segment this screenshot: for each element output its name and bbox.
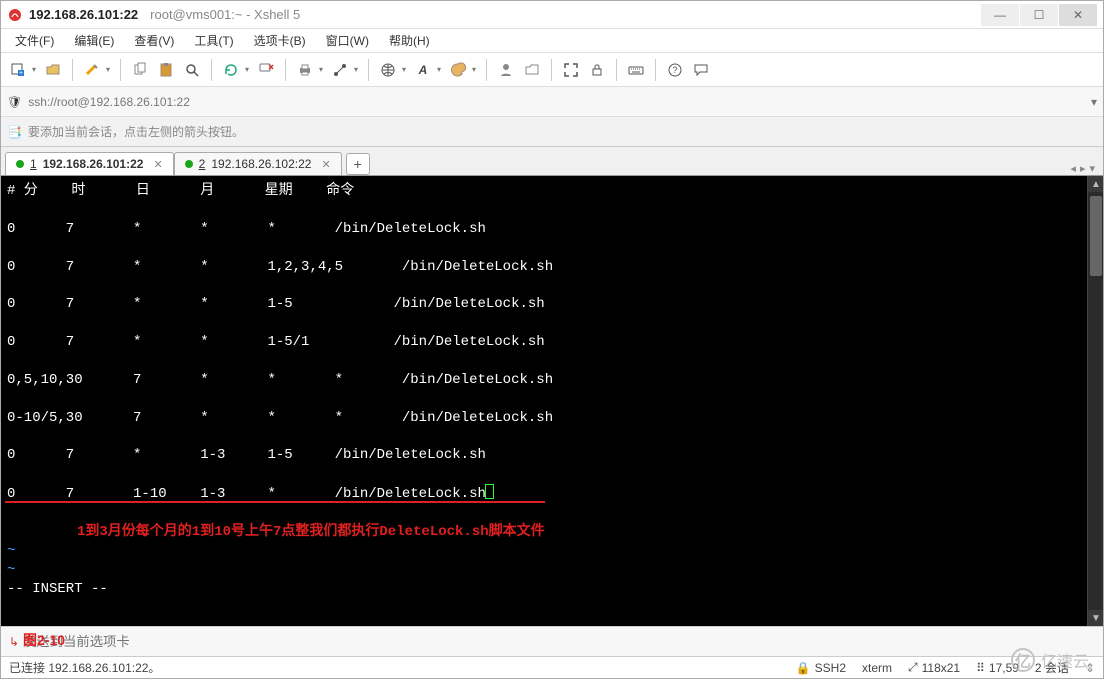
separator <box>72 59 73 81</box>
globe-dd[interactable]: ▾ <box>400 65 408 74</box>
fullscreen-icon[interactable] <box>560 59 582 81</box>
svg-text:?: ? <box>672 65 677 75</box>
menu-file[interactable]: 文件(F) <box>7 29 62 52</box>
address-url[interactable]: ssh://root@192.168.26.101:22 <box>28 95 190 109</box>
add-tab-button[interactable]: + <box>346 153 370 175</box>
separator <box>616 59 617 81</box>
net-icon[interactable] <box>329 59 351 81</box>
watermark: 亿 亿速云 <box>1011 648 1089 672</box>
font-dd[interactable]: ▾ <box>435 65 443 74</box>
separator <box>285 59 286 81</box>
user-icon[interactable] <box>495 59 517 81</box>
chat-icon[interactable] <box>690 59 712 81</box>
status-protocol: 🔒 SSH2 <box>796 661 846 675</box>
tab-nav: ◂ ▸ ▾ <box>1070 162 1099 175</box>
palette-dd[interactable]: ▾ <box>470 65 478 74</box>
menu-window[interactable]: 窗口(W) <box>318 29 377 52</box>
print-dd[interactable]: ▾ <box>317 65 325 74</box>
tab-list-dd[interactable]: ▾ <box>1089 162 1095 175</box>
status-dot-connected <box>185 160 193 168</box>
keyboard-icon[interactable] <box>625 59 647 81</box>
session-tab-2[interactable]: 2 192.168.26.102:22 ✕ <box>174 152 342 175</box>
status-connection: 已连接 192.168.26.101:22。 <box>9 659 160 676</box>
paste-icon[interactable] <box>155 59 177 81</box>
tab-close-icon[interactable]: ✕ <box>321 158 330 171</box>
scroll-down-icon[interactable]: ▼ <box>1088 610 1103 626</box>
terminal-scrollbar[interactable]: ▲ ▼ <box>1087 176 1103 626</box>
help-icon[interactable]: ? <box>664 59 686 81</box>
hint-bar: 📑 要添加当前会话，点击左侧的箭头按钮。 <box>1 117 1103 147</box>
bookmark-icon[interactable]: 📑 <box>7 125 22 139</box>
folder-icon[interactable] <box>521 59 543 81</box>
separator <box>486 59 487 81</box>
separator <box>120 59 121 81</box>
title-session-ip: 192.168.26.101:22 <box>29 7 138 22</box>
menu-view[interactable]: 查看(V) <box>126 29 182 52</box>
tab-strip: 1 192.168.26.101:22 ✕ 2 192.168.26.102:2… <box>1 147 1103 175</box>
tab-next-icon[interactable]: ▸ <box>1080 162 1086 175</box>
net-dd[interactable]: ▾ <box>352 65 360 74</box>
reconnect-icon[interactable] <box>220 59 242 81</box>
maximize-button[interactable]: ☐ <box>1020 4 1058 26</box>
properties-icon[interactable] <box>81 59 103 81</box>
status-size: ⤢ 118x21 <box>908 660 960 675</box>
send-target-icon[interactable]: ↳ <box>9 635 19 649</box>
globe-icon[interactable] <box>377 59 399 81</box>
compose-bar: ↳ <box>1 626 1103 656</box>
lock-icon[interactable] <box>586 59 608 81</box>
new-session-dd[interactable]: ▾ <box>30 65 38 74</box>
figure-label: 图2-10 <box>23 630 65 650</box>
address-dropdown[interactable]: ▾ <box>1091 95 1097 109</box>
tab-index: 1 <box>30 157 37 171</box>
secure-icon: 🛡 <box>7 95 22 109</box>
tab-index: 2 <box>199 157 206 171</box>
watermark-text: 亿速云 <box>1041 648 1089 672</box>
tab-prev-icon[interactable]: ◂ <box>1070 162 1076 175</box>
new-session-icon[interactable]: + <box>7 59 29 81</box>
separator <box>211 59 212 81</box>
status-bar: 已连接 192.168.26.101:22。 🔒 SSH2 xterm ⤢ 11… <box>1 656 1103 678</box>
status-termtype: xterm <box>862 661 892 675</box>
separator <box>368 59 369 81</box>
menu-tools[interactable]: 工具(T) <box>186 29 241 52</box>
hint-text: 要添加当前会话，点击左侧的箭头按钮。 <box>28 123 244 140</box>
menu-bar: 文件(F) 编辑(E) 查看(V) 工具(T) 选项卡(B) 窗口(W) 帮助(… <box>1 29 1103 53</box>
tab-label: 192.168.26.101:22 <box>43 157 144 171</box>
toolbar: + ▾ ▾ ▾ ▾ ▾ ▾ A ▾ ▾ ? <box>1 53 1103 87</box>
minimize-button[interactable]: — <box>981 4 1019 26</box>
compose-input[interactable] <box>23 634 1095 649</box>
copy-icon[interactable] <box>129 59 151 81</box>
menu-edit[interactable]: 编辑(E) <box>66 29 122 52</box>
app-icon <box>7 7 23 23</box>
scroll-thumb[interactable] <box>1090 196 1102 276</box>
properties-dd[interactable]: ▾ <box>104 65 112 74</box>
terminal-pane: # 分 时 日 月 星期 命令 0 7 * * * /bin/DeleteLoc… <box>1 175 1103 626</box>
address-bar: 🛡 ssh://root@192.168.26.101:22 ▾ <box>1 87 1103 117</box>
reconnect-dd[interactable]: ▾ <box>243 65 251 74</box>
watermark-icon: 亿 <box>1011 648 1035 672</box>
close-button[interactable]: ✕ <box>1059 4 1097 26</box>
svg-text:+: + <box>19 70 23 77</box>
palette-icon[interactable] <box>447 59 469 81</box>
separator <box>551 59 552 81</box>
window-titlebar: 192.168.26.101:22 root@vms001:~ - Xshell… <box>1 1 1103 29</box>
menu-help[interactable]: 帮助(H) <box>381 29 438 52</box>
scroll-up-icon[interactable]: ▲ <box>1088 176 1103 192</box>
print-icon[interactable] <box>294 59 316 81</box>
tab-close-icon[interactable]: ✕ <box>153 158 162 171</box>
font-icon[interactable]: A <box>412 59 434 81</box>
separator <box>655 59 656 81</box>
open-icon[interactable] <box>42 59 64 81</box>
title-app-name: root@vms001:~ - Xshell 5 <box>150 7 300 22</box>
session-tab-1[interactable]: 1 192.168.26.101:22 ✕ <box>5 152 174 175</box>
tab-label: 192.168.26.102:22 <box>211 157 311 171</box>
status-dot-connected <box>16 160 24 168</box>
search-icon[interactable] <box>181 59 203 81</box>
disconnect-icon[interactable] <box>255 59 277 81</box>
menu-tabs[interactable]: 选项卡(B) <box>246 29 314 52</box>
terminal-output[interactable]: # 分 时 日 月 星期 命令 0 7 * * * /bin/DeleteLoc… <box>1 176 1103 626</box>
